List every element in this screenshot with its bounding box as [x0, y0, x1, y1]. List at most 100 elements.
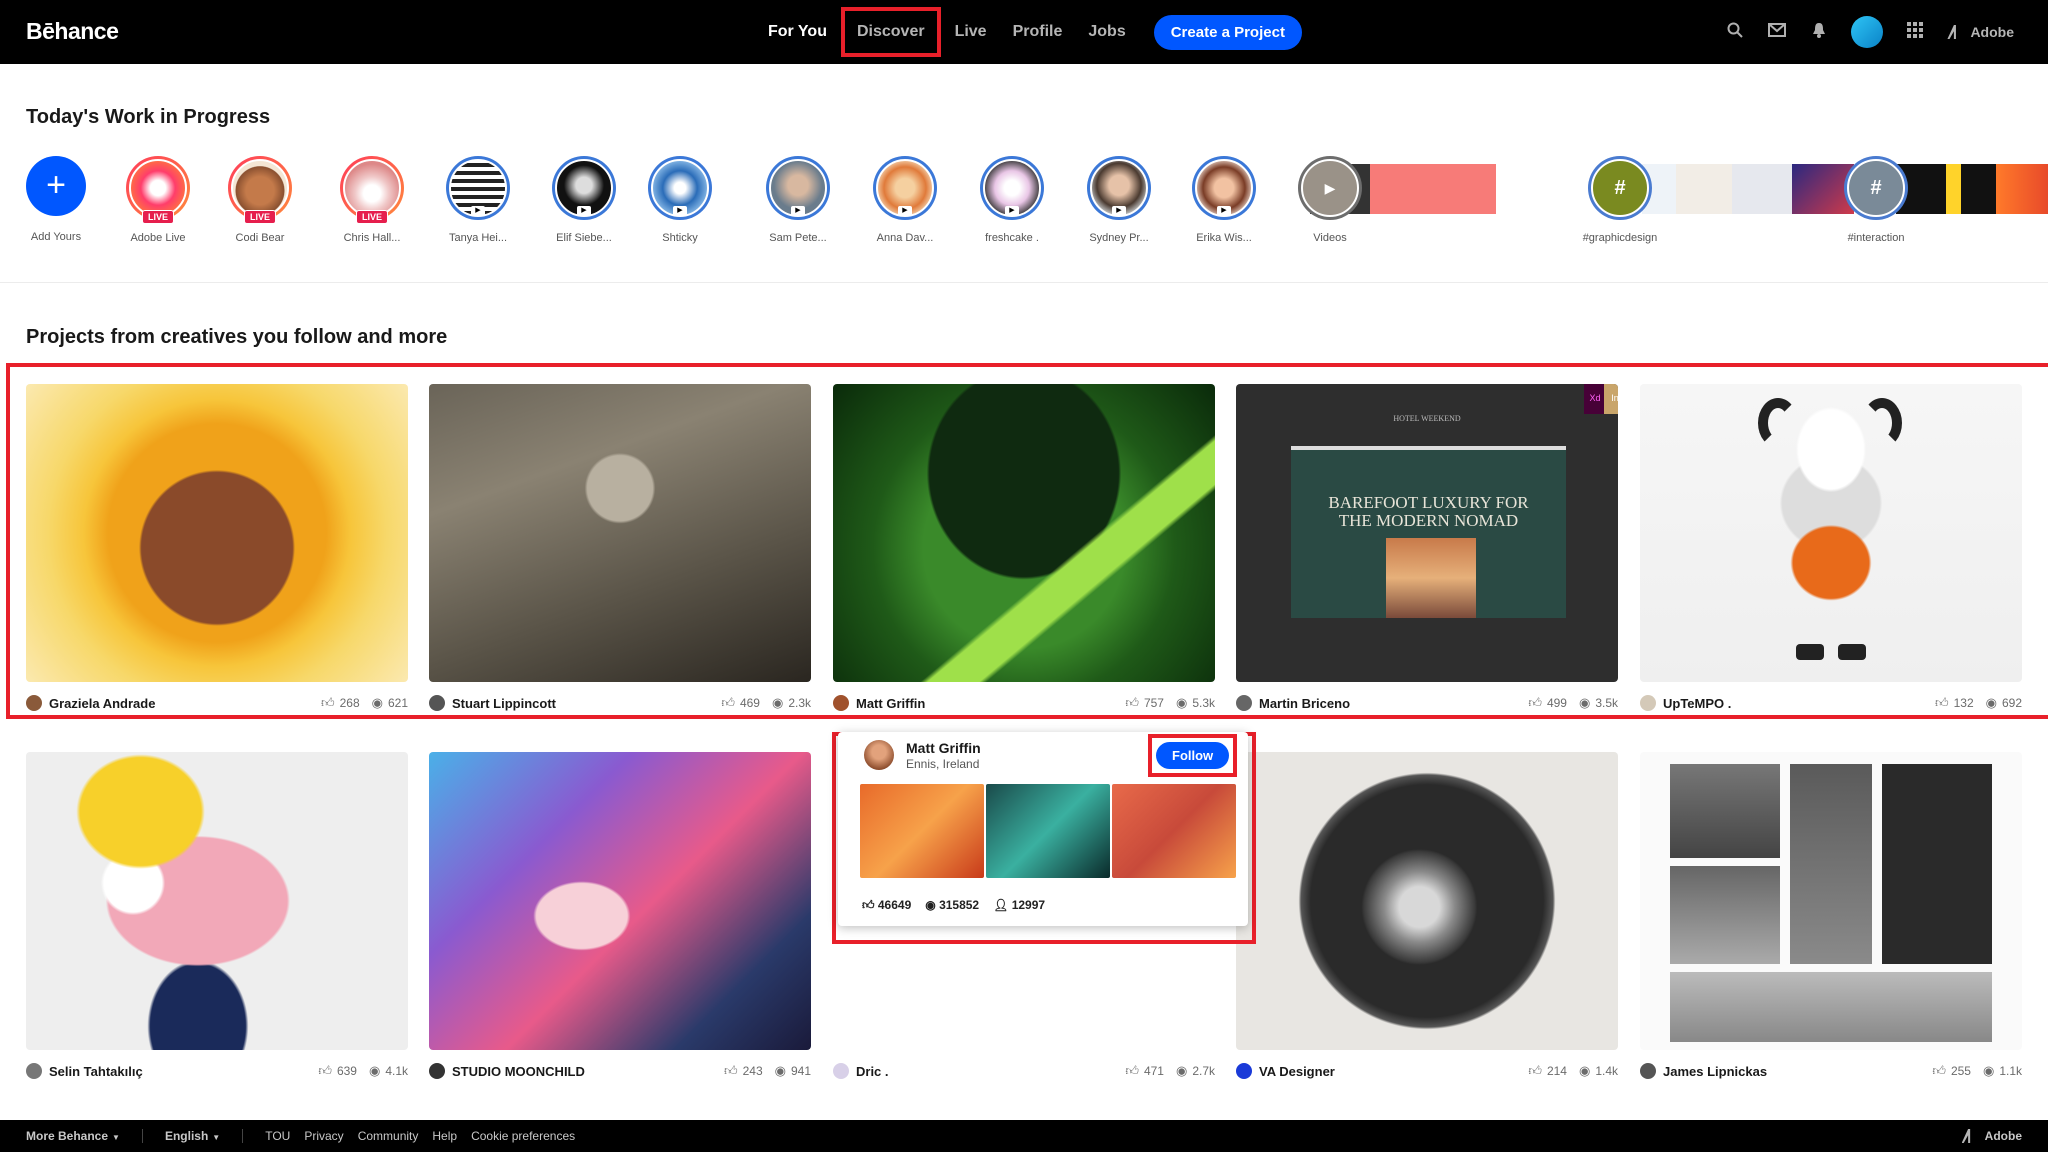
- language-selector[interactable]: English ▼: [165, 1129, 220, 1143]
- owner-name[interactable]: Selin Tahtakılıç: [49, 1064, 306, 1079]
- views-count: 621: [387, 696, 408, 710]
- project-card[interactable]: Matt Griffin 👍︎ 757 ◉ 5.3k: [833, 384, 1215, 711]
- play-icon: ▶: [791, 206, 805, 216]
- story-item[interactable]: ▶ Sam Pete...: [746, 156, 850, 244]
- project-card[interactable]: VA Designer 👍︎ 214 ◉ 1.4k: [1236, 752, 1618, 1079]
- project-thumbnail[interactable]: [429, 752, 811, 1050]
- appreciations-stat: 👍︎ 46649: [862, 898, 911, 913]
- hover-project-thumbnail[interactable]: [986, 784, 1110, 878]
- owner-avatar[interactable]: [1236, 695, 1252, 711]
- footer-link-cookie-preferences[interactable]: Cookie preferences: [471, 1129, 575, 1143]
- more-behance-menu[interactable]: More Behance ▼: [26, 1129, 120, 1143]
- story-item[interactable]: ▶ Sydney Pr...: [1067, 156, 1171, 244]
- owner-name[interactable]: STUDIO MOONCHILD: [452, 1064, 712, 1079]
- project-card[interactable]: Selin Tahtakılıç 👍︎ 639 ◉ 4.1k: [26, 752, 408, 1079]
- play-icon: ▶: [898, 206, 912, 216]
- followers-stat: 👤︎ 12997: [993, 898, 1045, 913]
- project-thumbnail[interactable]: [26, 384, 408, 682]
- views-stat: ◉ 2.7k: [1176, 1063, 1215, 1079]
- project-card[interactable]: Stuart Lippincott 👍︎ 469 ◉ 2.3k: [429, 384, 811, 711]
- story-item[interactable]: ▶ Shticky: [628, 156, 732, 244]
- story-item[interactable]: ▶ Elif Siebe...: [532, 156, 636, 244]
- owner-avatar[interactable]: [429, 1063, 445, 1079]
- tag-story-interaction[interactable]: # #interaction: [1824, 156, 1928, 244]
- likes-count: 268: [339, 696, 360, 710]
- user-avatar[interactable]: [1851, 16, 1884, 48]
- apps-grid-icon[interactable]: [1905, 21, 1925, 43]
- nav-profile[interactable]: Profile: [1013, 23, 1063, 41]
- adobe-label: Adobe: [1970, 24, 2014, 40]
- footer-link-community[interactable]: Community: [358, 1129, 419, 1143]
- project-thumbnail[interactable]: [1640, 384, 2022, 682]
- views-stat: ◉ 621: [372, 695, 408, 711]
- footer-link-tou[interactable]: TOU: [265, 1129, 290, 1143]
- owner-avatar[interactable]: [833, 1063, 849, 1079]
- nav-live[interactable]: Live: [955, 23, 987, 41]
- story-item[interactable]: ▶ Erika Wis...: [1172, 156, 1276, 244]
- videos-story[interactable]: ▶ Videos: [1278, 156, 1382, 244]
- project-card[interactable]: Graziela Andrade 👍︎ 268 ◉ 621: [26, 384, 408, 711]
- eye-icon: ◉: [1578, 695, 1591, 710]
- owner-name[interactable]: James Lipnickas: [1663, 1064, 1920, 1079]
- notifications-bell-icon[interactable]: [1809, 22, 1829, 43]
- behance-logo[interactable]: Bēhance: [26, 18, 119, 45]
- story-item[interactable]: LIVE Adobe Live: [106, 156, 210, 244]
- hover-owner-avatar[interactable]: [864, 740, 894, 770]
- project-thumbnail[interactable]: [429, 384, 811, 682]
- followers-count: 12997: [1011, 898, 1046, 912]
- nav-discover[interactable]: Discover: [840, 7, 941, 57]
- hover-project-thumbnail[interactable]: [1112, 784, 1236, 878]
- story-item[interactable]: LIVE Codi Bear: [208, 156, 312, 244]
- add-yours-story[interactable]: + Add Yours: [4, 156, 108, 243]
- owner-avatar[interactable]: [1640, 1063, 1656, 1079]
- thumbs-up-icon: 👍︎: [318, 1063, 332, 1078]
- follow-button[interactable]: Follow: [1156, 742, 1230, 769]
- story-item[interactable]: LIVE Chris Hall...: [320, 156, 424, 244]
- hover-project-thumbnail[interactable]: [860, 784, 984, 878]
- adobe-link[interactable]: Adobe: [1947, 24, 2014, 40]
- project-meta: Stuart Lippincott 👍︎ 469 ◉ 2.3k: [429, 693, 811, 713]
- owner-name[interactable]: Dric .: [856, 1064, 1113, 1079]
- project-thumbnail[interactable]: [1640, 752, 2022, 1050]
- hover-owner-name[interactable]: Matt Griffin: [906, 740, 981, 756]
- footer-link-help[interactable]: Help: [432, 1129, 457, 1143]
- owner-avatar[interactable]: [429, 695, 445, 711]
- footer-link-privacy[interactable]: Privacy: [304, 1129, 343, 1143]
- owner-name[interactable]: Martin Briceno: [1259, 696, 1516, 711]
- views-stat: ◉ 315852: [925, 898, 979, 913]
- story-item[interactable]: ▶ freshcake .: [960, 156, 1064, 244]
- story-item[interactable]: ▶ Tanya Hei...: [426, 156, 530, 244]
- create-project-button[interactable]: Create a Project: [1153, 14, 1302, 50]
- project-thumbnail[interactable]: [26, 752, 408, 1050]
- project-card[interactable]: James Lipnickas 👍︎ 255 ◉ 1.1k: [1640, 752, 2022, 1079]
- story-item[interactable]: ▶ Anna Dav...: [853, 156, 957, 244]
- owner-name[interactable]: UpTeMPO .: [1663, 696, 1923, 711]
- project-meta: Matt Griffin 👍︎ 757 ◉ 5.3k: [833, 693, 1215, 713]
- owner-name[interactable]: Stuart Lippincott: [452, 696, 709, 711]
- owner-name[interactable]: VA Designer: [1259, 1064, 1516, 1079]
- likes-stat: 👍︎ 757: [1125, 695, 1164, 711]
- owner-name[interactable]: Matt Griffin: [856, 696, 1113, 711]
- projects-section-title: Projects from creatives you follow and m…: [26, 326, 448, 348]
- messages-icon[interactable]: [1767, 22, 1787, 42]
- eye-icon: ◉: [368, 1063, 381, 1078]
- tag-story-graphicdesign[interactable]: # #graphicdesign: [1546, 156, 1694, 244]
- owner-avatar[interactable]: [26, 1063, 42, 1079]
- nav-jobs[interactable]: Jobs: [1088, 23, 1125, 41]
- project-card[interactable]: STUDIO MOONCHILD 👍︎ 243 ◉ 941: [429, 752, 811, 1079]
- owner-name[interactable]: Graziela Andrade: [49, 696, 309, 711]
- owner-avatar[interactable]: [833, 695, 849, 711]
- search-icon[interactable]: [1725, 22, 1745, 43]
- chevron-down-icon: ▼: [212, 1133, 221, 1142]
- project-thumbnail[interactable]: [1236, 752, 1618, 1050]
- project-card[interactable]: Xd In HOTEL WEEKEND BAREFOOT LUXURY FOR …: [1236, 384, 1618, 711]
- nav-for-you[interactable]: For You: [768, 23, 827, 41]
- owner-avatar[interactable]: [26, 695, 42, 711]
- footer-adobe-link[interactable]: Adobe: [1961, 1129, 2022, 1143]
- project-thumbnail[interactable]: [833, 384, 1215, 682]
- project-thumbnail[interactable]: Xd In HOTEL WEEKEND BAREFOOT LUXURY FOR …: [1236, 384, 1618, 682]
- story-name: Add Yours: [30, 231, 82, 243]
- owner-avatar[interactable]: [1640, 695, 1656, 711]
- owner-avatar[interactable]: [1236, 1063, 1252, 1079]
- project-card[interactable]: UpTeMPO . 👍︎ 132 ◉ 692: [1640, 384, 2022, 711]
